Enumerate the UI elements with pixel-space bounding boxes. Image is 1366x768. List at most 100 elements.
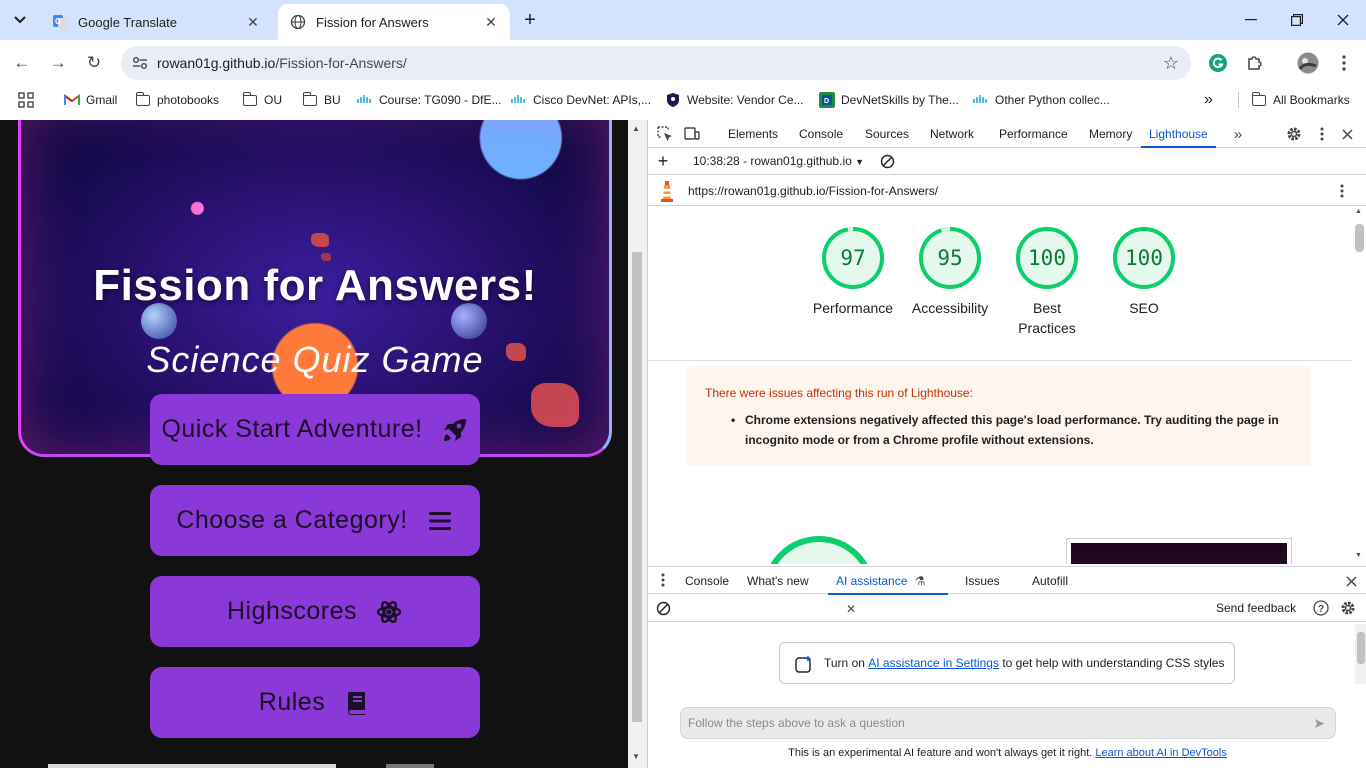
close-drawer-icon[interactable]	[1342, 572, 1360, 590]
report-menu-icon[interactable]	[1333, 182, 1351, 200]
devtools-tab-memory[interactable]: Memory	[1089, 120, 1132, 148]
drawer-tab-ai-assistance[interactable]: AI assistance ⚗ ✕	[828, 567, 948, 616]
back-button[interactable]: ←	[8, 49, 36, 77]
scroll-up-arrow-icon[interactable]: ▲	[1355, 208, 1362, 215]
score-label: SEO	[1129, 300, 1159, 316]
bookmark-gmail[interactable]: Gmail	[64, 90, 117, 110]
atom-icon	[375, 598, 403, 626]
score-gauge-best-practices[interactable]: 100 Best Practices	[997, 226, 1097, 338]
score-gauge-seo[interactable]: 100 SEO	[1094, 226, 1194, 318]
devtools-tab-sources[interactable]: Sources	[865, 120, 909, 148]
horizontal-scrollbar[interactable]	[48, 764, 336, 768]
devtools-tab-elements[interactable]: Elements	[728, 120, 778, 148]
tab-google-translate[interactable]: G Google Translate ✕	[40, 4, 272, 40]
devtools-menu-icon[interactable]	[1313, 125, 1331, 143]
input-placeholder: Follow the steps above to ask a question	[688, 716, 905, 730]
devtools-tab-console[interactable]: Console	[799, 120, 843, 148]
address-bar[interactable]: rowan01g.github.io/Fission-for-Answers/ …	[121, 46, 1191, 80]
apps-grid-icon[interactable]	[18, 90, 34, 110]
drawer-tab-issues[interactable]: Issues	[965, 567, 1000, 595]
report-url[interactable]: https://rowan01g.github.io/Fission-for-A…	[688, 184, 938, 198]
tab-fission-for-answers[interactable]: Fission for Answers ✕	[278, 4, 510, 40]
scroll-up-arrow-icon[interactable]: ▲	[632, 124, 640, 133]
chevron-down-icon	[14, 16, 26, 24]
forward-button[interactable]: →	[44, 49, 72, 77]
drawer-tab-whats-new[interactable]: What's new	[747, 567, 809, 595]
new-tab-button[interactable]: +	[518, 9, 542, 33]
close-devtools-icon[interactable]	[1338, 125, 1356, 143]
send-feedback-link[interactable]: Send feedback	[1216, 601, 1296, 615]
drawer-tab-autofill[interactable]: Autofill	[1032, 567, 1068, 595]
bookmark-course[interactable]: Course: TG090 - DfE...	[357, 90, 502, 110]
choose-category-button[interactable]: Choose a Category!	[150, 485, 480, 556]
profile-avatar[interactable]	[1296, 51, 1320, 75]
ai-settings-gear-icon[interactable]	[1339, 599, 1357, 617]
bookmark-photobooks[interactable]: photobooks	[135, 90, 219, 110]
new-report-plus-icon[interactable]: +	[654, 151, 672, 171]
devnet-icon: D	[819, 92, 835, 108]
grammarly-extension-icon[interactable]	[1206, 51, 1230, 75]
ai-settings-link[interactable]: AI assistance in Settings	[868, 656, 999, 670]
tab-search-button[interactable]	[8, 8, 32, 32]
all-bookmarks-button[interactable]: All Bookmarks	[1251, 90, 1350, 110]
restore-button[interactable]	[1274, 6, 1320, 34]
devtools-tab-lighthouse[interactable]: Lighthouse	[1141, 120, 1216, 148]
bookmark-star-icon[interactable]: ☆	[1163, 53, 1179, 74]
performance-large-gauge	[763, 536, 875, 564]
bookmark-label: Gmail	[86, 93, 118, 107]
learn-about-ai-link[interactable]: Learn about AI in DevTools	[1095, 747, 1226, 759]
devtools-tab-network[interactable]: Network	[930, 120, 974, 148]
inspect-element-icon[interactable]	[656, 125, 674, 143]
page-scrollbar[interactable]: ▲ ▼	[628, 120, 647, 768]
close-tab-icon[interactable]: ✕	[244, 13, 262, 31]
bookmark-cisco-devnet[interactable]: Cisco DevNet: APIs,...	[511, 90, 651, 110]
send-arrow-icon[interactable]: ➤	[1313, 708, 1325, 738]
bookmark-label: Cisco DevNet: APIs,...	[533, 93, 652, 107]
minimize-icon	[1245, 19, 1257, 21]
lighthouse-url-bar: https://rowan01g.github.io/Fission-for-A…	[648, 175, 1366, 206]
cisco-icon	[511, 92, 527, 108]
shield-icon	[665, 92, 681, 108]
bookmark-ou[interactable]: OU	[242, 90, 282, 110]
minimize-button[interactable]	[1228, 6, 1274, 34]
report-scrollbar[interactable]: ▲ ▼	[1352, 206, 1366, 564]
close-tab-icon[interactable]: ✕	[482, 13, 500, 31]
report-selector[interactable]: 10:38:28 - rowan01g.github.io ▼	[693, 154, 864, 168]
device-toolbar-icon[interactable]	[683, 125, 701, 143]
settings-gear-icon[interactable]	[1285, 125, 1303, 143]
site-info-icon[interactable]	[131, 54, 149, 72]
button-label: Highscores	[226, 597, 358, 625]
bookmark-label: Other Python collec...	[995, 93, 1110, 107]
bookmark-bu[interactable]: BU	[302, 90, 341, 110]
reload-button[interactable]: ↻	[80, 49, 108, 77]
bookmark-website-vendor[interactable]: Website: Vendor Ce...	[665, 90, 804, 110]
extensions-puzzle-icon[interactable]	[1243, 51, 1267, 75]
rules-button[interactable]: Rules	[150, 667, 480, 738]
scrollbar-thumb[interactable]	[632, 252, 642, 722]
score-gauge-performance[interactable]: 97 Performance	[803, 226, 903, 318]
close-window-button[interactable]	[1320, 6, 1366, 34]
devtools-tab-performance[interactable]: Performance	[999, 120, 1068, 148]
scrollbar-thumb[interactable]	[1355, 224, 1364, 252]
bookmark-devnetskills[interactable]: D DevNetSkills by The...	[819, 90, 959, 110]
clear-chat-icon[interactable]	[654, 599, 672, 617]
bookmark-other-python[interactable]: Other Python collec...	[973, 90, 1110, 110]
svg-text:G: G	[55, 17, 61, 26]
chrome-menu-icon[interactable]	[1332, 51, 1356, 75]
more-bookmarks-chevron-icon[interactable]: »	[1204, 90, 1213, 110]
drawer-menu-icon[interactable]	[654, 571, 672, 589]
highscores-button[interactable]: Highscores	[150, 576, 480, 647]
scrollbar-thumb[interactable]	[1357, 632, 1365, 664]
drawer-tab-console[interactable]: Console	[685, 567, 729, 595]
clear-reports-icon[interactable]	[878, 152, 896, 170]
drawer-scrollbar[interactable]	[1355, 624, 1366, 684]
more-tabs-chevron-icon[interactable]: »	[1229, 125, 1247, 143]
ai-question-input[interactable]: Follow the steps above to ask a question…	[680, 707, 1336, 739]
score-gauge-accessibility[interactable]: 95 Accessibility	[900, 226, 1000, 318]
quick-start-button[interactable]: Quick Start Adventure!	[150, 394, 480, 465]
bookmark-label: DevNetSkills by The...	[841, 93, 959, 107]
folder-icon	[302, 91, 318, 108]
scroll-down-arrow-icon[interactable]: ▼	[632, 752, 640, 761]
scroll-down-arrow-icon[interactable]: ▼	[1355, 552, 1362, 559]
help-icon[interactable]: ?	[1312, 599, 1330, 617]
